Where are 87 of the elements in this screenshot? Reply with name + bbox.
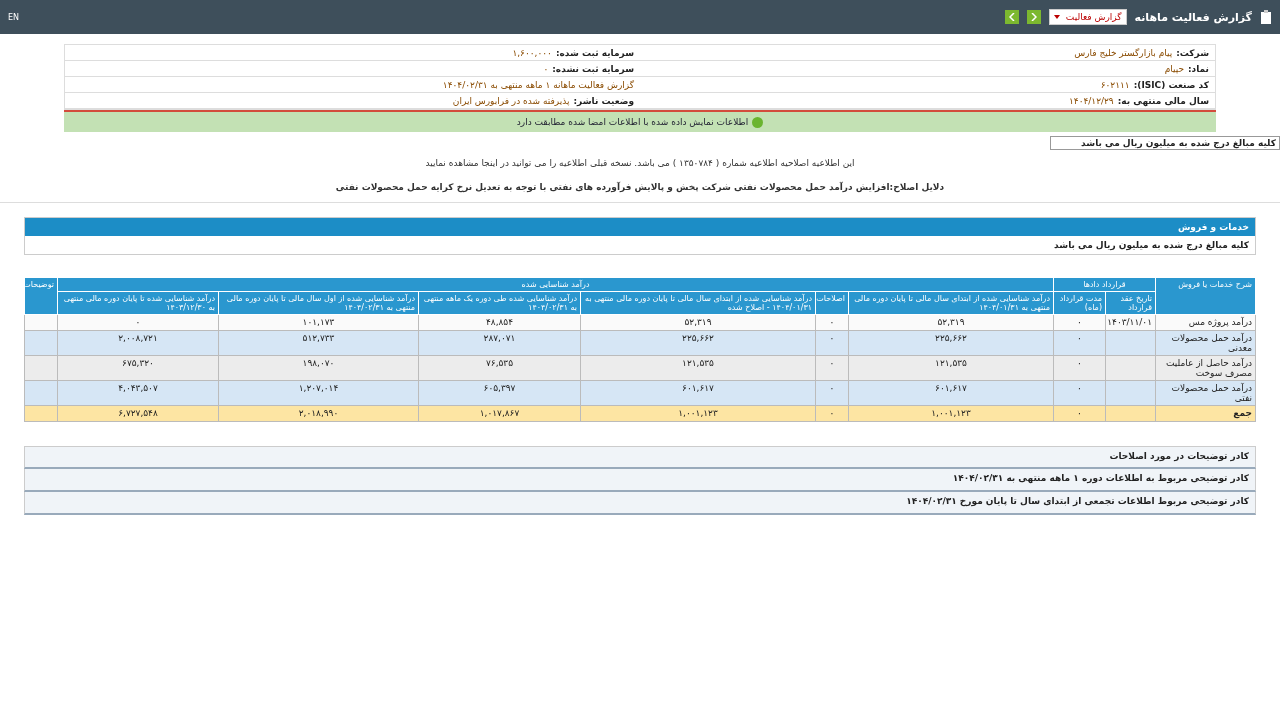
table-cell: ۱,۰۰۱,۱۲۳ <box>580 405 816 422</box>
table-cell: جمع <box>1155 405 1256 422</box>
table-cell: ۶,۷۲۷,۵۴۸ <box>57 405 219 422</box>
column-header: تاریخ عقد قرارداد <box>1105 291 1156 315</box>
table-cell: ۱,۰۱۷,۸۶۷ <box>418 405 581 422</box>
table-cell: ۶۰۱,۶۱۷ <box>580 380 816 406</box>
notes-row: کادر توضیحی مربوط به اطلاعات دوره ۱ ماهه منتهی به ۱۴۰۴/۰۲/۳۱ <box>24 469 1256 492</box>
amendment-notice: این اطلاعیه اصلاحیه اطلاعیه شماره ( ۱۳۵۰۷۸۴ ) می باشد. نسخه قبلی اطلاعیه را می توانید در اینجا مشاهده نمایید <box>424 158 856 168</box>
column-header: درآمد شناسایی شده از ابتدای سال مالی تا پایان دوره مالی منتهی به ۱۴۰۴/۰۱/۳۱ <box>848 291 1054 315</box>
language-link[interactable]: EN <box>8 12 20 22</box>
table-cell: ۲۸۷,۰۷۱ <box>418 330 581 356</box>
table-cell: ۱۴۰۳/۱۱/۰۱ <box>1105 314 1156 331</box>
table-cell: ۲۲۵,۶۶۲ <box>580 330 816 356</box>
table-cell: ۰ <box>815 314 849 331</box>
table-cell: ۰ <box>1053 355 1106 381</box>
table-cell: ۰ <box>1053 314 1106 331</box>
unit-note-box: کلیه مبالغ درج شده به میلیون ریال می باشد <box>1050 136 1280 150</box>
table-cell: ۱۰۱,۱۷۳ <box>218 314 419 331</box>
table-cell: ۵۲,۳۱۹ <box>848 314 1054 331</box>
table-cell: ۱,۰۰۱,۱۲۳ <box>848 405 1054 422</box>
table-cell: ۶۰۱,۶۱۷ <box>848 380 1054 406</box>
info-label: شرکت: <box>1176 47 1209 58</box>
table-cell: ۵۱۲,۷۳۳ <box>218 330 419 356</box>
info-value: حپیام <box>1164 63 1184 74</box>
chevron-right-icon <box>1030 13 1037 21</box>
unit-note: کلیه مبالغ درج شده به میلیون ریال می باشد <box>1053 239 1250 253</box>
table-cell: ۰ <box>1053 405 1106 422</box>
info-label: وضعیت ناشر: <box>573 95 634 106</box>
verification-text: اطلاعات نمایش داده شده با اطلاعات امضا شده مطابقت دارد <box>516 117 749 127</box>
table-cell: ۰ <box>57 314 219 331</box>
table-cell: ۱,۲۰۷,۰۱۴ <box>218 380 419 406</box>
previous-button[interactable] <box>1004 10 1019 24</box>
table-cell: ۴,۰۴۳,۵۰۷ <box>57 380 219 406</box>
info-value: ۰ <box>543 63 549 74</box>
column-group-header: قرارداد دادها <box>1053 277 1156 292</box>
info-label: کد صنعت (ISIC): <box>1133 79 1209 90</box>
table-cell: ۴۸,۸۵۴ <box>418 314 581 331</box>
column-header: درآمد شناسایی شده تا پایان دوره مالی منتهی به ۱۴۰۳/۱۲/۳۰ <box>57 291 219 315</box>
table-cell: ۶۰۵,۳۹۷ <box>418 380 581 406</box>
table-cell: ۱۲۱,۵۳۵ <box>848 355 1054 381</box>
table-cell: ۶۷۵,۳۲۰ <box>57 355 219 381</box>
notes-row: کادر توضیحی مربوط اطلاعات تجمعی از ابتدای سال تا پایان مورخ ۱۴۰۴/۰۲/۳۱ <box>24 492 1256 515</box>
clipboard-icon <box>1260 10 1272 24</box>
caret-icon <box>1053 15 1060 19</box>
report-type-select[interactable]: گزارش فعالیت <box>1048 9 1127 25</box>
table-cell: ۱۹۸,۰۷۰ <box>218 355 419 381</box>
table-cell: ۰ <box>815 405 849 422</box>
column-header: مدت قرارداد (ماه) <box>1053 291 1106 315</box>
section-title: خدمات و فروش <box>25 218 1255 236</box>
table-cell: ۷۶,۵۳۵ <box>418 355 581 381</box>
chevron-left-icon <box>1008 13 1015 21</box>
table-cell: ۱۲۱,۵۳۵ <box>580 355 816 381</box>
column-header: اصلاحات <box>815 291 849 315</box>
table-cell: ۲۲۵,۶۶۲ <box>848 330 1054 356</box>
column-header: درآمد شناسایی شده از ابتدای سال مالی تا پایان دوره مالی منتهی به ۱۴۰۴/۰۱/۳۱ - اصلاح شده <box>580 291 816 315</box>
table-cell: ۰ <box>815 355 849 381</box>
info-label: سرمایه ثبت شده: <box>555 47 634 58</box>
amendment-reason: دلایل اصلاح:افزایش درآمد حمل محصولات نفتی شرکت پخش و پالایش فرآورده های نفتی با توجه به تعدیل نرخ کرایه حمل محصولات نفتی <box>334 182 946 192</box>
info-value: ۶۰۲۱۱۱ <box>1100 79 1130 90</box>
info-value: پذیرفته شده در فرابورس ایران <box>452 95 570 106</box>
notes-row: کادر توضیحات در مورد اصلاحات <box>24 446 1256 469</box>
column-header: درآمد شناسایی شده از اول سال مالی تا پایان دوره مالی منتهی به ۱۴۰۴/۰۲/۳۱ <box>218 291 419 315</box>
info-value: پیام بازارگستر خلیج فارس <box>1074 47 1173 58</box>
table-cell: درآمد حاصل از عاملیت مصرف سوخت <box>1155 355 1256 381</box>
info-label: نماد: <box>1188 63 1209 74</box>
table-cell: درآمد پروژه مس <box>1155 314 1256 331</box>
previous-version-link[interactable]: اینجا <box>481 158 498 168</box>
table-cell: ۲,۰۱۸,۹۹۰ <box>218 405 419 422</box>
page-title: گزارش فعالیت ماهانه <box>1134 10 1252 24</box>
column-header: توضیحات <box>24 277 58 315</box>
column-header: درآمد شناسایی شده طی دوره یک ماهه منتهی به ۱۴۰۴/۰۲/۳۱ <box>418 291 581 315</box>
next-button[interactable] <box>1026 10 1041 24</box>
info-value: ۱,۶۰۰,۰۰۰ <box>512 47 552 58</box>
column-group-header: درآمد شناسایی شده <box>57 277 1054 292</box>
table-cell: ۲,۰۰۸,۷۲۱ <box>57 330 219 356</box>
table-cell: ۰ <box>1053 380 1106 406</box>
info-label: سرمایه ثبت نشده: <box>552 63 634 74</box>
info-value: گزارش فعالیت ماهانه ۱ ماهه منتهی به ۱۴۰۴/۰۲/۳۱ <box>442 79 634 90</box>
table-cell: درآمد حمل محصولات نفتی <box>1155 380 1256 406</box>
table-cell: ۵۲,۳۱۹ <box>580 314 816 331</box>
info-value: ۱۴۰۴/۱۲/۲۹ <box>1068 95 1114 106</box>
table-cell: ۰ <box>815 380 849 406</box>
column-header: شرح خدمات یا فروش <box>1155 277 1256 315</box>
table-cell: ۰ <box>1053 330 1106 356</box>
table-cell: ۰ <box>815 330 849 356</box>
table-cell: درآمد حمل محصولات معدنی <box>1155 330 1256 356</box>
info-label: سال مالی منتهی به: <box>1117 95 1209 106</box>
